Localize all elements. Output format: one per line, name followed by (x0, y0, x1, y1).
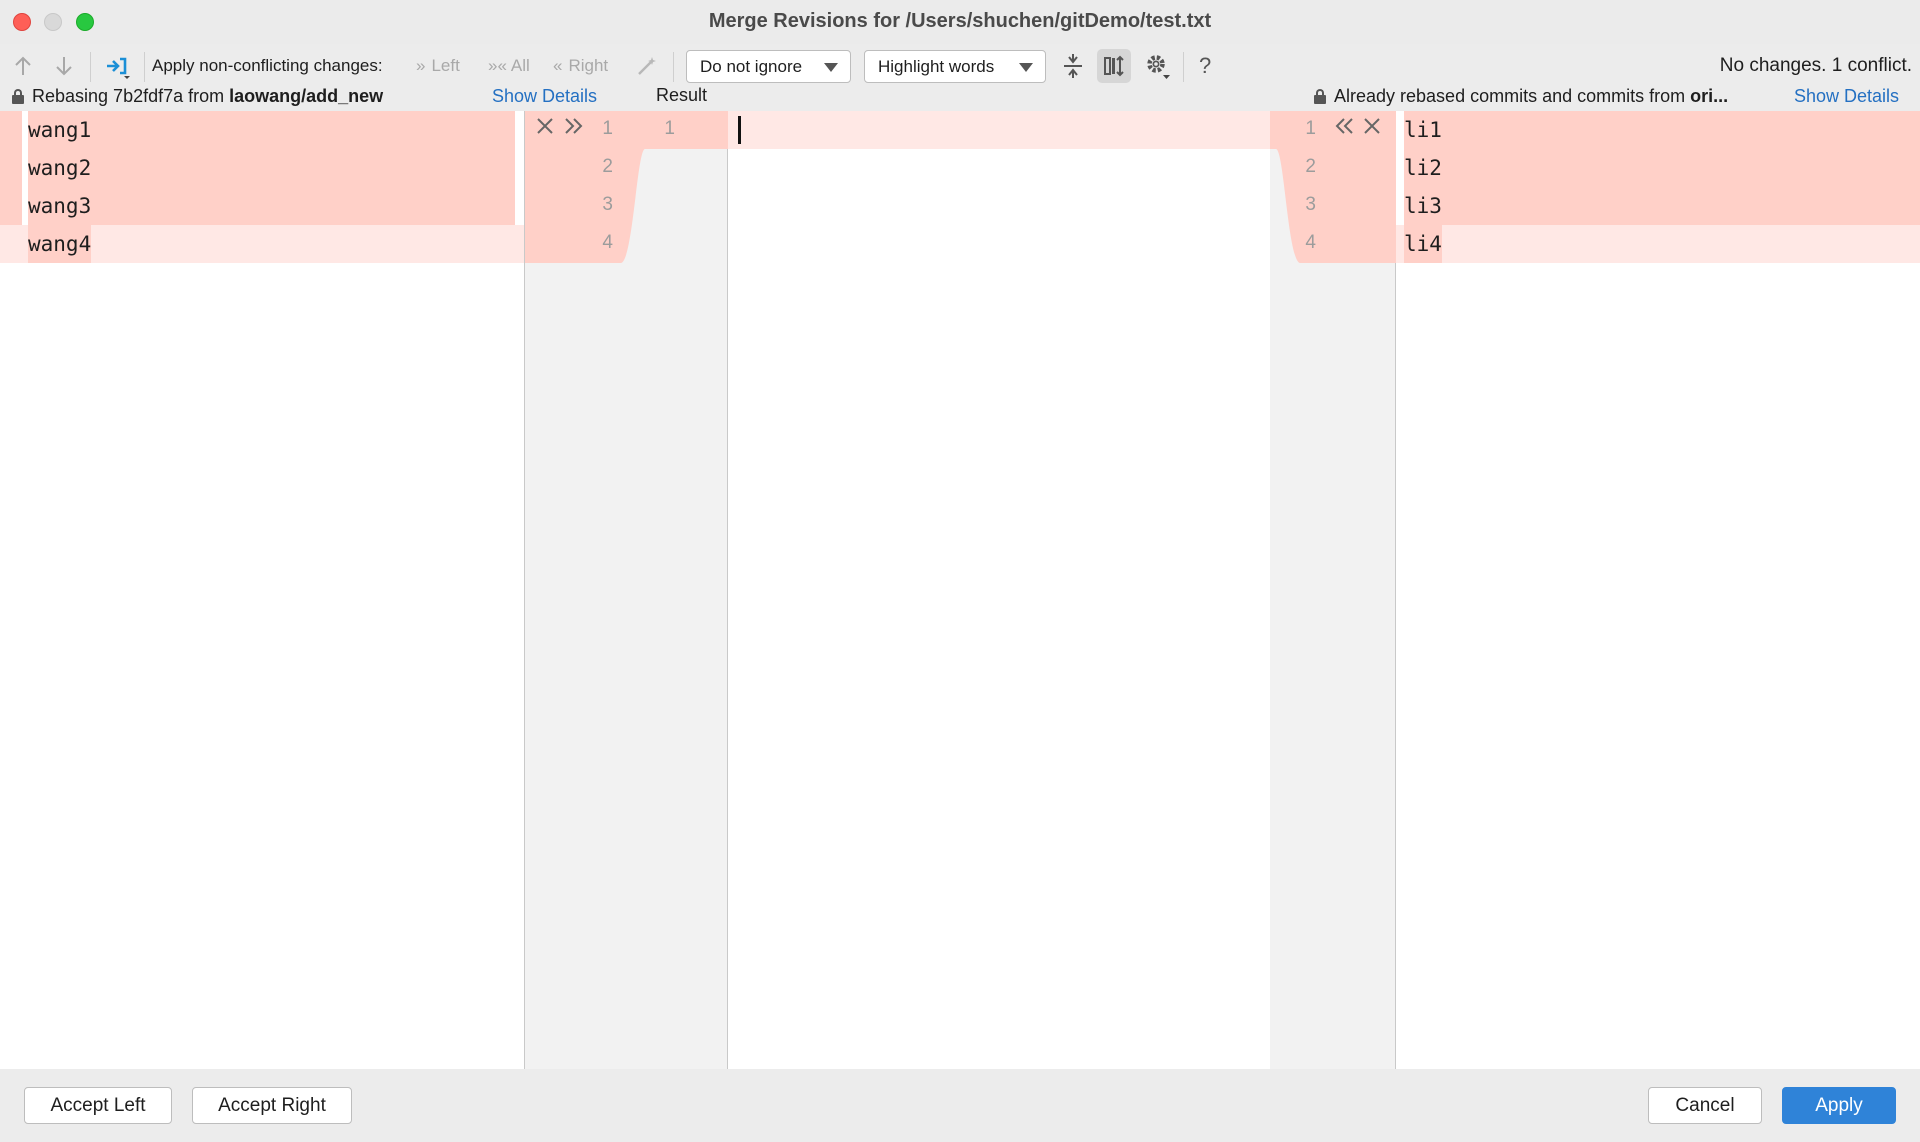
footer: Accept Left Accept Right Cancel Apply (0, 1069, 1920, 1142)
left-line-number: 1 (602, 118, 613, 139)
left-show-details-link[interactable]: Show Details (492, 86, 597, 107)
left-editor[interactable]: wang1 wang2 wang3 wang4 (0, 111, 524, 1069)
right-source-branch: ori... (1690, 86, 1729, 106)
accept-left-change-icon[interactable] (563, 116, 585, 142)
sync-scroll-toggle[interactable] (1097, 49, 1131, 83)
apply-non-conflicting-label: Apply non-conflicting changes: (152, 56, 383, 75)
double-chevron-both-icon: »« (488, 56, 507, 75)
left-line: wang4 (28, 225, 92, 263)
highlight-mode-select[interactable]: Highlight words (864, 50, 1046, 83)
toolbar-separator (144, 52, 145, 82)
accept-right-change-icon[interactable] (1333, 116, 1355, 142)
toolbar-separator (90, 52, 91, 82)
collapse-unchanged-icon[interactable] (1062, 44, 1084, 88)
ignore-whitespace-select[interactable]: Do not ignore (686, 50, 851, 83)
next-difference-icon[interactable] (54, 44, 74, 88)
apply-right-button[interactable]: « Right (553, 44, 608, 88)
merge-status-text: No changes. 1 conflict. (1719, 55, 1912, 76)
right-source-prefix: Already rebased commits and commits from (1334, 86, 1691, 106)
double-chevron-right-icon: » (416, 56, 426, 75)
ignore-right-change-icon[interactable] (1362, 116, 1382, 142)
conflict-line-background (1396, 225, 1920, 263)
right-editor[interactable]: li1 li2 li3 li4 (1396, 111, 1920, 1069)
right-line-number: 3 (1305, 194, 1316, 215)
result-line-number: 1 (664, 118, 675, 139)
title-bar: Merge Revisions for /Users/shuchen/gitDe… (0, 0, 1920, 44)
previous-difference-icon[interactable] (13, 44, 33, 88)
apply-button[interactable]: Apply (1782, 1087, 1896, 1124)
right-line: li2 (1404, 149, 1900, 187)
accept-left-button[interactable]: Accept Left (24, 1087, 172, 1124)
window-title: Merge Revisions for /Users/shuchen/gitDe… (708, 10, 1212, 32)
right-line-number: 1 (1305, 118, 1316, 139)
left-line-number: 4 (602, 232, 613, 253)
ignore-left-change-icon[interactable] (535, 116, 555, 142)
conflict-marker (0, 111, 22, 225)
result-pane-label: Result (656, 85, 708, 105)
apply-all-button[interactable]: »« All (488, 44, 530, 88)
right-gutter: 1 2 3 4 (1270, 111, 1396, 1069)
lock-icon (12, 89, 24, 104)
magic-resolve-icon[interactable] (636, 44, 658, 88)
apply-all-label: All (510, 56, 530, 75)
highlight-mode-value: Highlight words (878, 56, 995, 76)
left-source-branch: laowang/add_new (229, 86, 384, 106)
right-line-number: 2 (1305, 156, 1316, 177)
cancel-button[interactable]: Cancel (1648, 1087, 1762, 1124)
right-show-details-link[interactable]: Show Details (1794, 86, 1899, 107)
result-conflict-line (728, 111, 1270, 149)
apply-left-label: Left (431, 56, 460, 75)
text-cursor (738, 116, 741, 144)
lock-icon (1314, 89, 1326, 104)
toolbar-separator (673, 52, 674, 82)
right-line: li3 (1404, 187, 1900, 225)
right-source-info: Already rebased commits and commits from… (1334, 86, 1784, 107)
result-editor[interactable] (728, 111, 1270, 1069)
dropdown-caret-icon (1019, 63, 1033, 72)
left-source-info: Rebasing 7b2fdf7a from laowang/add_new (32, 86, 383, 107)
double-chevron-left-icon: « (553, 56, 563, 75)
right-line: li1 (1404, 111, 1900, 149)
ignore-whitespace-value: Do not ignore (700, 56, 803, 76)
dropdown-caret-icon (824, 63, 838, 72)
apply-left-button[interactable]: » Left (416, 44, 460, 88)
left-source-prefix: Rebasing 7b2fdf7a from (32, 86, 230, 106)
conflict-marker (1898, 111, 1920, 225)
right-line-number: 4 (1305, 232, 1316, 253)
left-line: wang2 (28, 149, 515, 187)
left-gutter: 1 2 3 4 1 (524, 111, 728, 1069)
apply-right-label: Right (568, 56, 609, 75)
left-line-number: 2 (602, 156, 613, 177)
info-bar: Rebasing 7b2fdf7a from laowang/add_new S… (0, 84, 1920, 112)
toolbar-separator (1183, 52, 1184, 82)
toolbar: Apply non-conflicting changes: » Left »«… (0, 44, 1920, 88)
left-line: wang3 (28, 187, 515, 225)
settings-gear-icon[interactable] (1144, 44, 1172, 88)
left-line: wang1 (28, 111, 515, 149)
accept-right-button[interactable]: Accept Right (192, 1087, 352, 1124)
resolve-conflicts-icon[interactable] (103, 44, 133, 88)
right-line: li4 (1404, 225, 1442, 263)
help-icon[interactable]: ? (1199, 44, 1211, 88)
left-line-number: 3 (602, 194, 613, 215)
